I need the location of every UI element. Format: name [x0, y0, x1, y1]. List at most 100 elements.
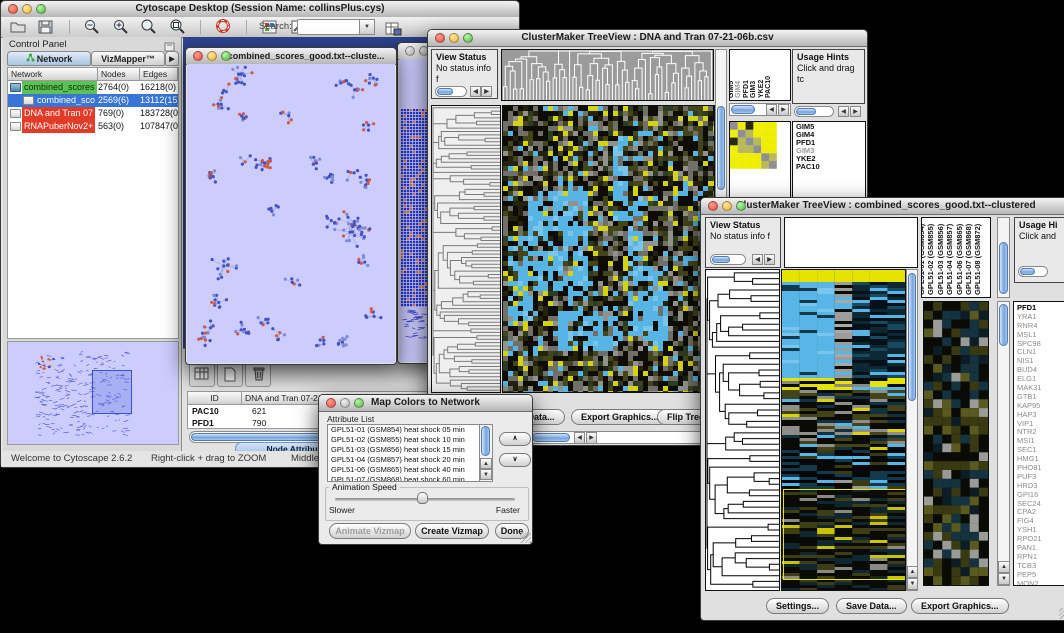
network-overview-panel[interactable]: [7, 341, 179, 445]
zoom-button[interactable]: [463, 33, 473, 43]
scroll-right-icon[interactable]: ▶: [481, 86, 492, 97]
new-attribute-icon[interactable]: [217, 363, 243, 387]
tv1-bottom-hscroll-thumb[interactable]: [532, 433, 570, 442]
attribute-item-1[interactable]: GPL51-02 (GSM855) heat shock 10 min: [328, 435, 492, 445]
minimize-button[interactable]: [340, 398, 350, 408]
network-window-controls[interactable]: [193, 51, 231, 61]
scroll-up-icon[interactable]: ▲: [998, 561, 1010, 573]
tv1-column-dendrogram[interactable]: [501, 49, 714, 101]
tv2-vscroll-thumb[interactable]: [908, 273, 916, 401]
treeview-combined-titlebar[interactable]: ClusterMaker TreeView : combined_scores_…: [701, 198, 1064, 215]
scroll-right-icon[interactable]: ▶: [778, 104, 789, 116]
scroll-up-icon[interactable]: ▲: [480, 458, 492, 469]
zoom-button[interactable]: [354, 398, 364, 408]
zoom-button[interactable]: [736, 201, 746, 211]
move-up-button[interactable]: ∧: [499, 432, 531, 446]
overview-viewport-rect[interactable]: [92, 370, 132, 414]
zoom-fit-icon[interactable]: [140, 19, 158, 39]
tv2-zoom-vscrollbar[interactable]: ▲ ▼: [997, 301, 1010, 586]
resize-grip[interactable]: [1059, 608, 1064, 619]
tv2-column-dendrogram[interactable]: [784, 217, 918, 268]
tab-scroll-right-button[interactable]: ▶: [165, 51, 179, 66]
tv1-zoom-matrix[interactable]: [730, 122, 777, 169]
search-dropdown-arrow-icon[interactable]: ▼: [359, 19, 375, 35]
attribute-select-icon[interactable]: [189, 363, 215, 387]
treeview-combined-window-controls[interactable]: [708, 201, 746, 211]
network-canvas[interactable]: [187, 64, 395, 363]
tv2-heatmap[interactable]: [781, 269, 906, 591]
create-vizmap-button[interactable]: Create Vizmap: [415, 523, 489, 539]
tv2-row-dendrogram[interactable]: [705, 269, 780, 591]
column-header-nodes[interactable]: Nodes: [98, 68, 140, 81]
scroll-down-icon[interactable]: ▼: [907, 578, 918, 590]
settings--button[interactable]: Settings...: [766, 598, 829, 614]
column-header-id[interactable]: ID: [188, 392, 242, 405]
scroll-left-icon[interactable]: ◀: [470, 86, 481, 97]
zoom-button[interactable]: [36, 4, 46, 14]
scroll-right-icon[interactable]: ▶: [850, 106, 861, 117]
tv1-usage-hscrollbar[interactable]: [794, 106, 834, 117]
tv2-status-hscrollbar[interactable]: [710, 254, 746, 265]
tab-network[interactable]: Network: [7, 51, 91, 66]
attribute-list-vscroll-thumb[interactable]: [481, 426, 490, 456]
minimize-button[interactable]: [207, 51, 217, 61]
scroll-right-icon[interactable]: ▶: [764, 254, 775, 265]
move-down-button[interactable]: ∨: [499, 453, 531, 467]
network-row-1[interactable]: combined_sco2569(6)13112(15): [8, 94, 178, 107]
zoom-selected-icon[interactable]: [169, 19, 187, 39]
tv1-vscroll-thumb[interactable]: [717, 106, 725, 190]
resize-grip[interactable]: [520, 532, 531, 543]
treeview-dna-titlebar[interactable]: ClusterMaker TreeView : DNA and Tran 07-…: [428, 30, 867, 47]
scroll-left-icon[interactable]: ◀: [752, 254, 763, 265]
tv1-heatmap[interactable]: [502, 105, 715, 393]
tab-vizmapper[interactable]: VizMapper™: [91, 51, 165, 66]
attribute-list-vscrollbar[interactable]: ▲ ▼: [479, 425, 492, 481]
tv2-selection-rect[interactable]: [783, 489, 906, 580]
search-input[interactable]: [297, 19, 361, 35]
dialog-window-controls[interactable]: [326, 398, 364, 408]
scroll-down-icon[interactable]: ▼: [998, 573, 1010, 585]
tv2-labels-vscroll-thumb[interactable]: [999, 242, 1008, 294]
tv2-usage-hscrollbar[interactable]: [1018, 266, 1048, 277]
close-button[interactable]: [8, 4, 18, 14]
tv1-row-dendrogram[interactable]: [431, 105, 501, 393]
attribute-item-0[interactable]: GPL51-01 (GSM854) heat shock 05 min: [328, 425, 492, 435]
network-row-2[interactable]: DNA and Tran 07769(0)183728(0): [8, 107, 178, 120]
attribute-list[interactable]: GPL51-01 (GSM854) heat shock 05 minGPL51…: [327, 424, 493, 482]
dialog-titlebar[interactable]: Map Colors to Network: [319, 395, 532, 412]
scroll-left-icon[interactable]: ◀: [838, 106, 849, 117]
animate-vizmap-button[interactable]: Animate Vizmap: [329, 523, 411, 539]
tv1-status-hscroll-thumb[interactable]: [437, 88, 453, 95]
zoom-in-icon[interactable]: [112, 19, 130, 39]
tv2-usage-hscroll-thumb[interactable]: [1020, 268, 1035, 275]
export-graphics--button[interactable]: Export Graphics...: [571, 409, 669, 425]
network-row-3[interactable]: RNAPuberNov2+563(0)107847(0): [8, 120, 178, 133]
attribute-item-3[interactable]: GPL51-04 (GSM857) heat shock 20 min: [328, 455, 492, 465]
column-header-network[interactable]: Network: [8, 68, 98, 81]
tv2-zoom-heatmap[interactable]: [923, 301, 989, 586]
zoom-out-icon[interactable]: [83, 19, 101, 39]
attribute-item-2[interactable]: GPL51-03 (GSM856) heat shock 15 min: [328, 445, 492, 455]
network-titlebar[interactable]: combined_scores_good.txt--cluste...: [186, 48, 396, 65]
save-session-icon[interactable]: [37, 19, 55, 39]
tv2-labels-vscrollbar[interactable]: [997, 217, 1010, 298]
scroll-down-icon[interactable]: ▼: [480, 469, 492, 480]
open-session-icon[interactable]: [9, 19, 27, 39]
tv1-usage-hscroll-thumb[interactable]: [796, 108, 816, 115]
attribute-item-5[interactable]: GPL51-07 (GSM868) heat shock 60 min: [328, 475, 492, 482]
zoom-button[interactable]: [221, 51, 231, 61]
scroll-left-icon[interactable]: ◀: [766, 104, 777, 116]
scroll-left-icon[interactable]: ◀: [574, 432, 585, 444]
minimize-button[interactable]: [722, 201, 732, 211]
tv1-status-hscrollbar[interactable]: [435, 86, 467, 97]
close-button[interactable]: [708, 201, 718, 211]
column-header-edges[interactable]: Edges: [140, 68, 178, 81]
speed-slider-thumb[interactable]: [417, 492, 428, 504]
close-button[interactable]: [435, 33, 445, 43]
scroll-up-icon[interactable]: ▲: [907, 566, 918, 578]
close-button[interactable]: [193, 51, 203, 61]
close-button[interactable]: [405, 46, 415, 56]
minimize-button[interactable]: [22, 4, 32, 14]
save-data--button[interactable]: Save Data...: [836, 598, 907, 614]
close-button[interactable]: [326, 398, 336, 408]
